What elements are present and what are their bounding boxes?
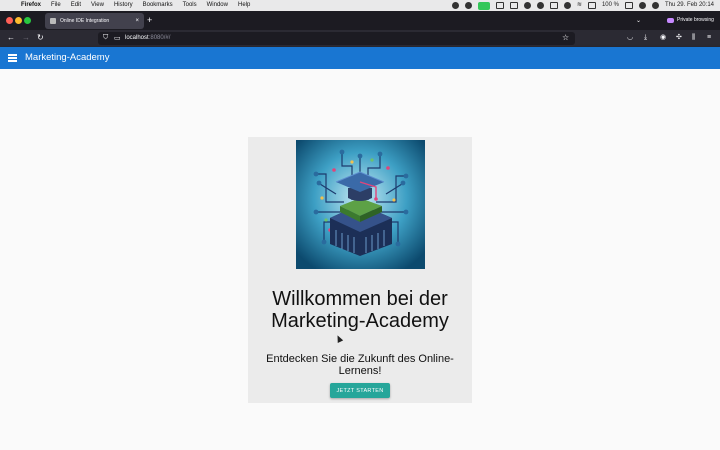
browser-nav-bar: ← → ↻ ⛉ ▭ localhost:8080/#/ ☆ ◡ ⤓ ◉ ✣ ⫼ … — [0, 30, 720, 47]
wifi-icon[interactable]: ≋ — [577, 0, 582, 11]
tab-close-icon[interactable]: × — [135, 18, 139, 24]
window-close-button[interactable] — [6, 17, 13, 24]
page-info-icon[interactable]: ▭ — [114, 34, 121, 42]
apple-icon[interactable] — [6, 2, 12, 9]
private-mask-icon — [667, 17, 674, 23]
menu-history[interactable]: History — [114, 0, 133, 11]
battery-percent[interactable]: 100 % — [602, 0, 619, 11]
forward-arrow-icon[interactable]: → — [22, 33, 30, 43]
start-now-button[interactable]: JETZT STARTEN — [330, 383, 390, 398]
welcome-card: Willkommen bei der Marketing-Academy Ent… — [248, 137, 472, 403]
private-browsing-indicator: Private browsing — [667, 17, 714, 23]
menu-window[interactable]: Window — [207, 0, 228, 11]
welcome-headline: Willkommen bei der Marketing-Academy — [248, 288, 472, 332]
app-menu-icon[interactable]: ≡ — [707, 33, 711, 43]
app-title: Marketing-Academy — [25, 52, 110, 63]
hero-image — [296, 140, 425, 269]
tray-grid-icon[interactable] — [495, 2, 504, 9]
camera-active-icon[interactable] — [477, 1, 490, 10]
menu-bookmarks[interactable]: Bookmarks — [143, 0, 173, 11]
hamburger-menu-icon[interactable] — [8, 54, 17, 62]
tab-title: Online IDE Integration — [60, 18, 110, 24]
tab-favicon-icon — [50, 18, 56, 24]
tracking-shield-icon[interactable]: ⛉ — [103, 34, 108, 42]
tray-app-icon[interactable] — [464, 2, 472, 9]
window-minimize-button[interactable] — [15, 17, 22, 24]
menu-tools[interactable]: Tools — [183, 0, 197, 11]
control-center-icon[interactable] — [587, 2, 596, 9]
browser-tab-active[interactable]: Online IDE Integration × — [45, 13, 144, 29]
account-icon[interactable]: ◉ — [660, 33, 666, 43]
status-tray: ≋ 100 % Thu 29. Feb 20:14 — [451, 0, 714, 11]
new-tab-icon[interactable]: + — [147, 16, 152, 25]
record-icon[interactable] — [451, 2, 459, 9]
graduation-cap-chip-icon — [296, 140, 425, 269]
back-arrow-icon[interactable]: ← — [7, 33, 15, 43]
browser-tab-strip: Online IDE Integration × + ⌄ Private bro… — [0, 11, 720, 30]
headline-line-1: Willkommen bei der — [272, 288, 448, 310]
private-browsing-label: Private browsing — [677, 17, 714, 23]
menu-clock[interactable]: Thu 29. Feb 20:14 — [665, 0, 714, 11]
menu-edit[interactable]: Edit — [71, 0, 81, 11]
battery-icon[interactable] — [624, 2, 633, 9]
siri-icon[interactable] — [651, 2, 659, 9]
extensions-icon[interactable]: ✣ — [676, 33, 682, 43]
bookmark-star-icon[interactable]: ☆ — [562, 33, 569, 42]
menu-help[interactable]: Help — [238, 0, 250, 11]
headline-line-2: Marketing-Academy — [271, 310, 449, 332]
menu-view[interactable]: View — [91, 0, 104, 11]
window-zoom-button[interactable] — [24, 17, 31, 24]
url-path: :8080/#/ — [148, 35, 171, 41]
sidebar-icon[interactable]: ⫼ — [692, 33, 695, 43]
reload-icon[interactable]: ↻ — [37, 33, 44, 43]
page-content: Willkommen bei der Marketing-Academy Ent… — [0, 69, 720, 450]
url-bar[interactable]: ⛉ ▭ localhost:8080/#/ ☆ — [98, 32, 575, 45]
macos-menu-bar: Firefox File Edit View History Bookmarks… — [0, 0, 720, 11]
notion-icon[interactable] — [509, 2, 518, 9]
welcome-subtitle: Entdecken Sie die Zukunft des Online-Ler… — [266, 353, 454, 377]
menu-app-firefox[interactable]: Firefox — [21, 0, 41, 11]
tray-dots-icon[interactable] — [536, 2, 544, 9]
tray-circle-icon[interactable] — [523, 2, 531, 9]
downloads-icon[interactable]: ⤓ — [644, 33, 647, 43]
url-text[interactable]: localhost:8080/#/ — [125, 35, 170, 41]
pocket-icon[interactable]: ◡ — [627, 33, 633, 43]
play-icon[interactable] — [563, 2, 571, 9]
app-toolbar: Marketing-Academy — [0, 47, 720, 69]
list-all-tabs-icon[interactable]: ⌄ — [636, 17, 641, 24]
menu-file[interactable]: File — [51, 0, 61, 11]
tray-badge-icon[interactable] — [549, 2, 558, 9]
url-host: localhost — [125, 35, 149, 41]
spotlight-icon[interactable] — [638, 2, 646, 9]
